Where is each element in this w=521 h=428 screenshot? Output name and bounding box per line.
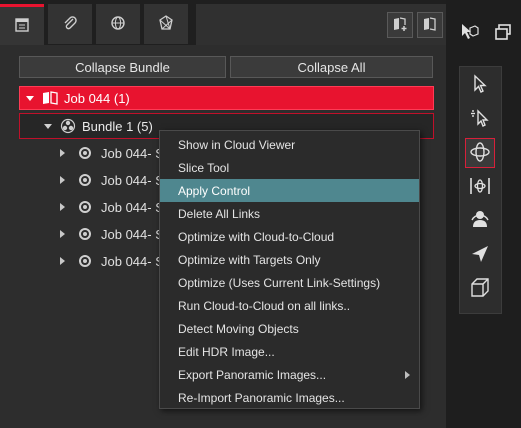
clipping-box-tool[interactable]: [465, 274, 495, 304]
expand-arrow-icon[interactable]: [44, 123, 52, 129]
orbit-icon: [469, 141, 491, 166]
document-list-icon: [14, 17, 30, 36]
import-job-icon: [422, 16, 438, 35]
tree-scan-row[interactable]: Job 044- S: [60, 195, 164, 219]
fit-width-tool[interactable]: [465, 172, 495, 202]
menu-item-run-cloud-to-cloud[interactable]: Run Cloud-to-Cloud on all links..: [160, 294, 419, 317]
add-job-icon: [392, 16, 408, 35]
tab-targets[interactable]: [144, 4, 188, 44]
submenu-arrow-icon: [405, 371, 410, 379]
tree-scan-label: Job 044- S: [101, 172, 164, 188]
tree-scan-label: Job 044- S: [101, 253, 164, 269]
tree-job-label: Job 044 (1): [64, 90, 130, 106]
tree-scan-row[interactable]: Job 044- S: [60, 222, 164, 246]
menu-item-export-panoramic-images[interactable]: Export Panoramic Images...: [160, 363, 419, 386]
tab-attachments[interactable]: [48, 4, 92, 44]
scan-icon: [79, 255, 91, 267]
menu-item-label: Edit HDR Image...: [178, 344, 275, 359]
menu-item-edit-hdr-image[interactable]: Edit HDR Image...: [160, 340, 419, 363]
tab-strip: [0, 0, 446, 45]
menu-item-delete-all-links[interactable]: Delete All Links: [160, 202, 419, 225]
fit-width-icon: [469, 176, 491, 199]
menu-item-optimize-targets-only[interactable]: Optimize with Targets Only: [160, 248, 419, 271]
globe-icon: [110, 15, 126, 34]
menu-item-reimport-panoramic-images[interactable]: Re-Import Panoramic Images...: [160, 386, 419, 409]
menu-item-label: Slice Tool: [178, 160, 230, 175]
scan-icon: [79, 228, 91, 240]
tab-geo[interactable]: [96, 4, 140, 44]
menu-item-label: Run Cloud-to-Cloud on all links..: [178, 298, 351, 313]
menu-item-label: Optimize with Targets Only: [178, 252, 321, 267]
context-menu: Show in Cloud Viewer Slice Tool Apply Co…: [159, 130, 420, 409]
menu-item-optimize-current-settings[interactable]: Optimize (Uses Current Link-Settings): [160, 271, 419, 294]
polygon-star-icon: [158, 14, 174, 34]
scan-icon: [79, 174, 91, 186]
cursor-tool[interactable]: [465, 70, 495, 100]
collapse-all-button[interactable]: Collapse All: [230, 56, 433, 78]
menu-item-label: Re-Import Panoramic Images...: [178, 390, 345, 405]
tree-job-row[interactable]: Job 044 (1): [19, 86, 434, 110]
collapse-bundle-button[interactable]: Collapse Bundle: [19, 56, 226, 78]
tree-scan-row[interactable]: Job 044- S: [60, 168, 164, 192]
menu-item-label: Delete All Links: [178, 206, 261, 221]
menu-item-show-in-cloud-viewer[interactable]: Show in Cloud Viewer: [160, 133, 419, 156]
menu-item-label: Apply Control: [178, 183, 251, 198]
tree-scan-label: Job 044- S: [101, 226, 164, 242]
tree-scan-row[interactable]: Job 044- S: [60, 249, 164, 273]
paperclip-icon: [62, 15, 78, 34]
menu-item-label: Show in Cloud Viewer: [178, 137, 296, 152]
menu-item-slice-tool[interactable]: Slice Tool: [160, 156, 419, 179]
send-tool[interactable]: [465, 240, 495, 270]
scan-icon: [79, 201, 91, 213]
orbit-tool[interactable]: [465, 138, 495, 168]
person-view-tool[interactable]: [465, 205, 495, 235]
menu-item-detect-moving-objects[interactable]: Detect Moving Objects: [160, 317, 419, 340]
expand-arrow-icon[interactable]: [60, 230, 65, 238]
selection-tool[interactable]: [465, 103, 495, 133]
window-restore-icon[interactable]: [494, 23, 512, 44]
tree-scan-row[interactable]: Job 044- S: [60, 141, 164, 165]
menu-item-label: Export Panoramic Images...: [178, 367, 327, 382]
select-arrow-icon: [470, 107, 490, 130]
tab-project-list[interactable]: [0, 4, 44, 45]
cube-icon: [469, 277, 491, 302]
tree-scan-label: Job 044- S: [101, 145, 164, 161]
menu-item-label: Detect Moving Objects: [178, 321, 299, 336]
add-job-button[interactable]: [387, 12, 413, 38]
bundle-icon: [60, 118, 76, 134]
menu-item-optimize-cloud-to-cloud[interactable]: Optimize with Cloud-to-Cloud: [160, 225, 419, 248]
expand-arrow-icon[interactable]: [26, 95, 34, 101]
tree-scan-label: Job 044- S: [101, 199, 164, 215]
expand-arrow-icon[interactable]: [60, 176, 65, 184]
expand-arrow-icon[interactable]: [60, 203, 65, 211]
menu-item-label: Optimize with Cloud-to-Cloud: [178, 229, 335, 244]
menu-item-apply-control[interactable]: Apply Control: [160, 179, 419, 202]
scan-icon: [79, 147, 91, 159]
tree-bundle-label: Bundle 1 (5): [82, 118, 153, 134]
job-icon: [42, 91, 58, 105]
cube-cursor-icon[interactable]: [459, 22, 479, 45]
cursor-arrow-icon: [471, 73, 489, 97]
expand-arrow-icon[interactable]: [60, 149, 65, 157]
person-view-icon: [469, 208, 491, 233]
menu-item-label: Optimize (Uses Current Link-Settings): [178, 275, 381, 290]
import-job-button[interactable]: [417, 12, 443, 38]
expand-arrow-icon[interactable]: [60, 257, 65, 265]
send-arrow-icon: [470, 244, 490, 267]
